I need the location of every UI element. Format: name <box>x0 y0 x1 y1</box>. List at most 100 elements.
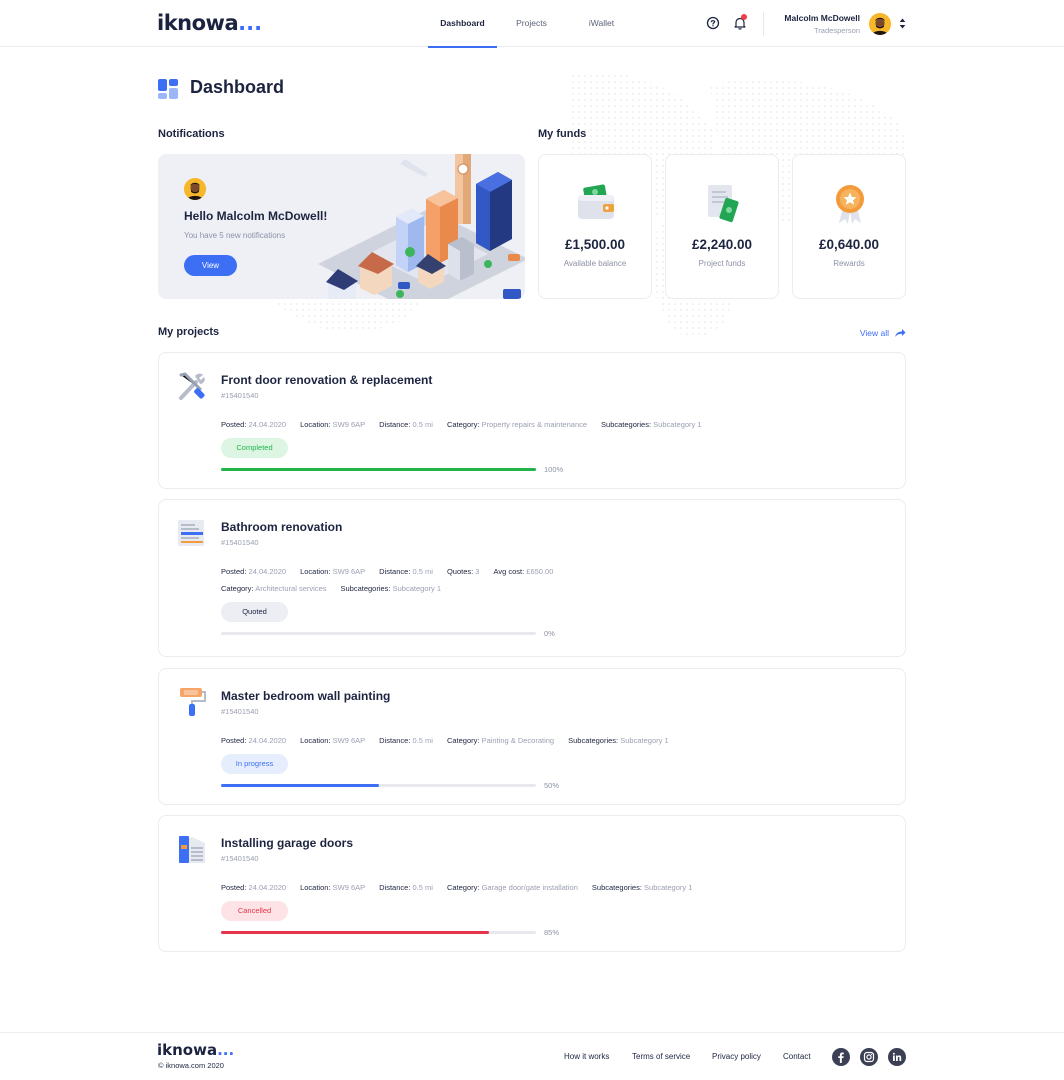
meta-subcategories: Subcategories: Subcategory 1 <box>591 883 693 892</box>
status-badge: Quoted <box>221 602 288 622</box>
progress-track <box>221 632 536 635</box>
project-id: #15401540 <box>221 854 259 863</box>
project-title: Installing garage doors <box>221 836 354 850</box>
meta-subcategories: Subcategories: Subcategory 1 <box>601 420 702 429</box>
dashboard-grid-icon <box>158 79 178 99</box>
user-role: Tradesperson <box>814 26 860 35</box>
help-icon[interactable] <box>704 14 722 32</box>
project-title: Bathroom renovation <box>221 520 343 534</box>
meta-quotes: Quotes: 3 <box>446 567 480 576</box>
progress-track <box>221 931 536 934</box>
meta-posted: Posted: 24.04.2020 <box>221 883 287 892</box>
meta-distance: Distance: 0.5 mi <box>379 567 433 576</box>
progress-track <box>221 784 536 787</box>
footer: iknowa... © iknowa.com 2020 How it works… <box>0 1032 1064 1080</box>
project-id: #15401540 <box>221 538 259 547</box>
project-id: #15401540 <box>221 707 259 716</box>
fund-label: Rewards <box>833 259 865 268</box>
notification-avatar <box>184 178 206 200</box>
brand-logo[interactable]: iknowa... <box>157 11 262 35</box>
fund-amount: £1,500.00 <box>564 237 626 252</box>
top-header: iknowa... Dashboard Projects iWallet Mal… <box>0 0 1064 48</box>
progress-percent: 50% <box>544 781 560 790</box>
notification-count-text: You have 5 new notifications <box>184 231 286 240</box>
copyright: © iknowa.com 2020 <box>158 1061 224 1070</box>
view-all-link[interactable]: View all <box>830 328 906 340</box>
project-card-front-door[interactable]: Front door renovation & replacement #154… <box>158 352 906 489</box>
view-notifications-button[interactable]: View <box>184 255 237 276</box>
progress-fill <box>221 468 536 471</box>
footer-brand-name: iknowa <box>157 1041 218 1059</box>
meta-avg-cost: Avg cost: £650.00 <box>493 567 554 576</box>
meta-posted: Posted: 24.04.2020 <box>221 567 287 576</box>
meta-distance: Distance: 0.5 mi <box>379 883 433 892</box>
city-illustration <box>318 154 525 299</box>
meta-location: Location: SW9 6AP <box>300 736 366 745</box>
notification-card: Hello Malcolm McDowell! You have 5 new n… <box>158 154 525 299</box>
tab-projects[interactable]: Projects <box>505 0 558 47</box>
meta-location: Location: SW9 6AP <box>300 883 366 892</box>
arrow-forward-icon <box>895 329 906 337</box>
footer-logo[interactable]: iknowa... <box>157 1041 234 1059</box>
funds-heading: My funds <box>538 128 587 140</box>
fund-label: Project funds <box>698 259 746 268</box>
garage-door-icon <box>179 836 205 863</box>
project-card-garage[interactable]: Installing garage doors #15401540 Posted… <box>158 815 906 952</box>
projects-heading: My projects <box>158 326 220 338</box>
document-money-icon <box>708 185 739 223</box>
project-meta-row: Posted: 24.04.2020 Location: SW9 6AP Dista… <box>221 730 683 745</box>
fund-amount: £0,640.00 <box>818 237 880 252</box>
meta-location: Location: SW9 6AP <box>300 420 366 429</box>
project-id: #15401540 <box>221 391 259 400</box>
project-meta-row: Posted: 24.04.2020 Location: SW9 6AP Dista… <box>221 414 716 429</box>
user-name: Malcolm McDowell <box>784 13 860 23</box>
footer-link-terms[interactable]: Terms of service <box>632 1052 690 1061</box>
fund-amount: £2,240.00 <box>691 237 753 252</box>
fund-card-rewards[interactable]: £0,640.00 Rewards <box>792 154 906 299</box>
avatar[interactable] <box>869 13 891 35</box>
project-meta-row: Posted: 24.04.2020 Location: SW9 6AP Dista… <box>221 877 706 892</box>
tab-dashboard[interactable]: Dashboard <box>428 0 497 48</box>
wallet-icon <box>578 184 614 219</box>
project-card-painting[interactable]: Master bedroom wall painting #15401540 P… <box>158 668 906 805</box>
view-all-label: View all <box>859 328 889 338</box>
footer-link-contact[interactable]: Contact <box>783 1052 811 1061</box>
meta-subcategories: Subcategories: Subcategory 1 <box>568 736 669 745</box>
fund-card-available-balance[interactable]: £1,500.00 Available balance <box>538 154 652 299</box>
tab-iwallet[interactable]: iWallet <box>575 0 628 47</box>
progress-fill <box>221 784 379 787</box>
instagram-icon[interactable] <box>860 1048 878 1066</box>
fund-label: Available balance <box>563 259 627 268</box>
meta-distance: Distance: 0.5 mi <box>379 420 433 429</box>
linkedin-icon[interactable] <box>888 1048 906 1066</box>
progress-track <box>221 468 536 471</box>
meta-category: Category: Architectural services <box>221 584 327 593</box>
tools-icon <box>179 372 205 400</box>
project-title: Master bedroom wall painting <box>221 689 391 703</box>
fund-card-project-funds[interactable]: £2,240.00 Project funds <box>665 154 779 299</box>
meta-posted: Posted: 24.04.2020 <box>221 736 287 745</box>
page-title: Dashboard <box>190 77 285 97</box>
project-card-bathroom[interactable]: Bathroom renovation #15401540 Posted: 24… <box>158 499 906 657</box>
progress-percent: 0% <box>544 629 555 638</box>
footer-link-how-it-works[interactable]: How it works <box>564 1052 609 1061</box>
meta-location: Location: SW9 6AP <box>300 567 366 576</box>
brand-name: iknowa <box>157 11 239 35</box>
status-badge: Completed <box>221 438 288 458</box>
progress-percent: 100% <box>544 465 564 474</box>
medal-icon <box>836 185 864 224</box>
meta-posted: Posted: 24.04.2020 <box>221 420 287 429</box>
meta-category: Category: Property repairs & maintenance <box>446 420 588 429</box>
facebook-icon[interactable] <box>832 1048 850 1066</box>
project-meta-row: Category: Architectural services Subcateg… <box>221 578 455 593</box>
meta-distance: Distance: 0.5 mi <box>379 736 433 745</box>
meta-category: Category: Painting & Decorating <box>446 736 555 745</box>
footer-brand-dots: ... <box>217 1041 235 1059</box>
document-list-icon <box>178 520 204 546</box>
paint-roller-icon <box>180 688 206 716</box>
progress-percent: 85% <box>544 928 560 937</box>
progress-fill <box>221 931 489 934</box>
status-badge: Cancelled <box>221 901 288 921</box>
chevron-updown-icon[interactable] <box>899 18 906 29</box>
footer-link-privacy[interactable]: Privacy policy <box>712 1052 761 1061</box>
